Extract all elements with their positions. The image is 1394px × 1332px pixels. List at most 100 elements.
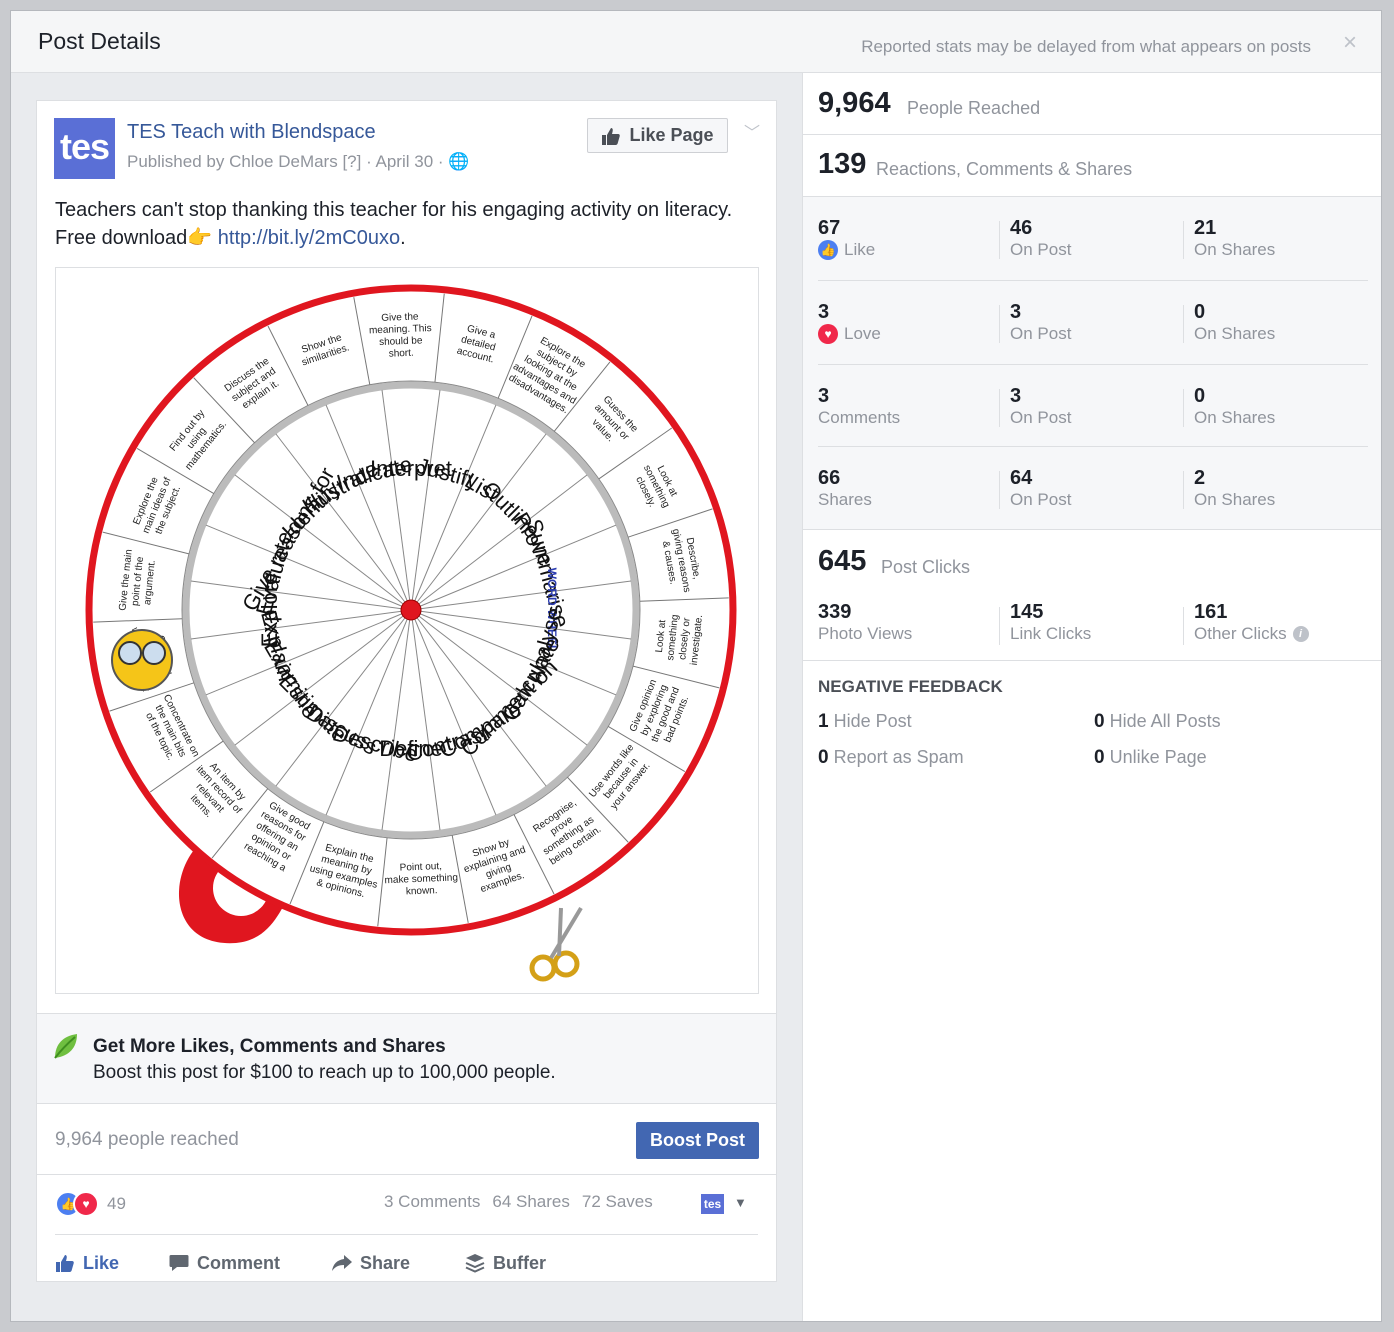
buffer-action-button[interactable]: Buffer — [465, 1245, 585, 1281]
engagement-number: 139 — [818, 148, 867, 180]
love-on-post-label: On Post — [1010, 324, 1072, 343]
engagement-stat: 139 Reactions, Comments & Shares — [803, 135, 1381, 197]
like-count-cell: 67 👍 Like — [818, 217, 875, 261]
like-total: 67 — [818, 217, 841, 239]
comment-action-label: Comment — [197, 1252, 281, 1273]
like-total-label: 👍 Like — [818, 239, 875, 261]
other-clicks-label-row: Other Clicks i — [1194, 623, 1309, 645]
photo-views-label: Photo Views — [818, 624, 913, 643]
divider — [999, 221, 1000, 259]
divider — [818, 364, 1368, 365]
report-spam-stat: 0 Report as Spam — [818, 747, 964, 769]
reach-stat: 9,964 People Reached — [803, 73, 1381, 135]
chevron-down-icon[interactable]: ﹀ — [744, 119, 760, 143]
share-action-label: Share — [360, 1252, 411, 1273]
post-details-dialog: Post Details Reported stats may be delay… — [10, 10, 1382, 1322]
divider — [1183, 389, 1184, 427]
comments-on-shares-label: On Shares — [1194, 408, 1276, 427]
other-clicks-cell: 161 Other Clicks i — [1194, 601, 1309, 645]
shares-total: 66 — [818, 467, 841, 489]
shares-on-shares-label: On Shares — [1194, 490, 1276, 509]
reaction-count: 49 — [107, 1194, 126, 1213]
shares-count-link[interactable]: 64 Shares — [492, 1192, 570, 1212]
love-reaction-icon: ♥ — [73, 1191, 99, 1217]
divider — [999, 607, 1000, 645]
wheel-outer-text-line: Point out, — [399, 861, 442, 874]
comments-on-post: 3 — [1010, 385, 1022, 407]
scissors-icon — [529, 954, 557, 982]
hide-post-count: 1 — [818, 711, 829, 732]
wheel-outer-text-line: Give the — [381, 311, 419, 323]
thumbs-up-icon — [56, 1255, 74, 1272]
love-on-shares-cell: 0 On Shares — [1194, 301, 1275, 345]
divider — [999, 389, 1000, 427]
comments-on-post-cell: 3 On Post — [1010, 385, 1071, 429]
divider — [999, 471, 1000, 509]
post-message-end: . — [400, 227, 406, 249]
people-reached-text: 9,964 people reached — [55, 1129, 239, 1150]
boost-post-button[interactable]: Boost Post — [636, 1122, 759, 1159]
reach-label: People Reached — [907, 98, 1041, 118]
hide-all-posts-count: 0 — [1094, 711, 1105, 732]
like-on-post-label: On Post — [1010, 240, 1072, 259]
shares-count-cell: 66 Shares — [818, 467, 872, 511]
page-name-link[interactable]: TES Teach with Blendspace — [127, 121, 376, 144]
divider — [37, 1174, 776, 1175]
close-icon[interactable]: × — [1343, 29, 1357, 57]
caret-down-icon[interactable]: ▼ — [734, 1195, 747, 1210]
divider — [55, 1234, 758, 1235]
like-label: Like — [844, 240, 876, 259]
boost-promo-heading: Get More Likes, Comments and Shares — [93, 1036, 446, 1057]
shares-on-post-label: On Post — [1010, 490, 1072, 509]
post-card: tes TES Teach with Blendspace Published … — [36, 100, 777, 1282]
shares-on-shares-cell: 2 On Shares — [1194, 467, 1275, 511]
divider — [818, 280, 1368, 281]
hide-all-posts-label: Hide All Posts — [1109, 711, 1221, 731]
comments-total: 3 — [818, 385, 830, 407]
engagement-counts: 3 Comments 64 Shares 72 Saves — [384, 1192, 653, 1212]
other-clicks-number: 161 — [1194, 601, 1228, 623]
report-spam-label: Report as Spam — [833, 747, 964, 767]
wheel-outer-text-line: should be — [379, 335, 423, 348]
like-action-button[interactable]: Like — [55, 1245, 169, 1281]
post-link[interactable]: http://bit.ly/2mC0uxo — [218, 227, 400, 249]
engagement-label: Reactions, Comments & Shares — [876, 159, 1133, 179]
love-on-post-cell: 3 On Post — [1010, 301, 1071, 345]
link-clicks-number: 145 — [1010, 601, 1044, 623]
other-clicks-label: Other Clicks — [1194, 624, 1287, 643]
shares-total-label: Shares — [818, 490, 872, 509]
wheel-center-pin — [400, 599, 422, 621]
divider — [1183, 471, 1184, 509]
love-total-label: ♥ Love — [818, 323, 881, 345]
comment-action-button[interactable]: Comment — [169, 1245, 332, 1281]
dialog-header: Post Details Reported stats may be delay… — [11, 11, 1381, 73]
owl-eye-right — [142, 641, 166, 665]
reach-number: 9,964 — [818, 87, 891, 119]
link-clicks-cell: 145 Link Clicks — [1010, 601, 1091, 645]
comment-icon — [169, 1255, 189, 1271]
post-as-avatar[interactable]: tes — [701, 1194, 724, 1214]
buffer-icon — [465, 1254, 485, 1273]
comments-on-shares-cell: 0 On Shares — [1194, 385, 1275, 429]
clicks-label: Post Clicks — [881, 557, 971, 577]
love-on-post: 3 — [1010, 301, 1022, 323]
like-page-button[interactable]: Like Page — [587, 118, 728, 153]
comments-total-label: Comments — [818, 408, 901, 427]
reaction-summary[interactable]: 👍 ♥ 49 — [55, 1191, 126, 1217]
comments-count-link[interactable]: 3 Comments — [384, 1192, 480, 1212]
love-reaction-icon: ♥ — [818, 324, 838, 344]
page-avatar[interactable]: tes — [54, 118, 115, 179]
unlike-page-label: Unlike Page — [1109, 747, 1207, 767]
word-wheel-image[interactable]: Interpret Justify List Outline Prove Summaris… — [55, 267, 759, 994]
comments-count-cell: 3 Comments — [818, 385, 900, 429]
info-icon[interactable]: i — [1292, 626, 1309, 642]
clicks-number: 645 — [818, 545, 867, 577]
word-wheel-graphic: InterpretJustifyListOutlineProveSummaris… — [85, 284, 737, 982]
post-stats-panel: 9,964 People Reached 139 Reactions, Comm… — [802, 73, 1381, 1321]
comments-on-post-label: On Post — [1010, 408, 1072, 427]
love-on-shares: 0 — [1194, 301, 1206, 323]
saves-count: 72 Saves — [581, 1192, 653, 1211]
share-action-button[interactable]: Share — [332, 1245, 465, 1281]
love-total: 3 — [818, 301, 830, 323]
wheel-outer-text-line: short. — [389, 348, 414, 360]
